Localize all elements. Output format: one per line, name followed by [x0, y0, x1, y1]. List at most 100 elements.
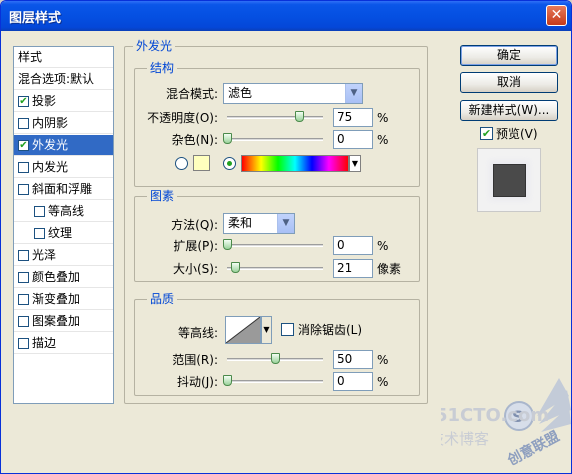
structure-title: 结构 — [147, 61, 178, 75]
style-list-label: 描边 — [32, 336, 57, 350]
title-bar[interactable]: 图层样式 ✕ — [1, 1, 571, 31]
opacity-field[interactable]: 75 — [333, 108, 373, 127]
range-label: 范围(R): — [172, 353, 218, 367]
anti-alias-label: 消除锯齿(L) — [298, 323, 363, 337]
cancel-button[interactable]: 取消 — [460, 72, 558, 93]
spread-slider-track[interactable] — [227, 244, 323, 247]
chevron-down-icon: ▼ — [277, 214, 294, 233]
watermark-logo: S 51CTO.com 技术博客 创意联盟 — [429, 376, 571, 473]
style-checkbox[interactable] — [18, 118, 29, 129]
style-list-label: 等高线 — [48, 204, 85, 218]
layer-style-dialog: 图层样式 ✕ 样式 混合选项:默认 ✔ 投影 内阴影 ✔ 外发光 内发光 斜面和浮雕 等高线 纹理光… — [0, 0, 572, 474]
chevron-down-icon[interactable]: ▼ — [349, 155, 361, 172]
size-slider-track[interactable] — [227, 267, 323, 270]
spread-field[interactable]: 0 — [333, 236, 373, 255]
watermark-logo-text: 创意联盟 — [504, 428, 562, 470]
style-checkbox[interactable] — [18, 272, 29, 283]
preview-checkbox[interactable]: ✔ — [480, 127, 493, 140]
style-list-label: 斜面和浮雕 — [32, 182, 93, 196]
style-checkbox[interactable] — [18, 184, 29, 195]
style-checkbox[interactable] — [18, 338, 29, 349]
gradient-radio[interactable] — [223, 157, 236, 170]
style-checkbox[interactable] — [34, 228, 45, 239]
chevron-down-icon: ▼ — [345, 84, 362, 103]
contour-curve-icon — [225, 316, 261, 344]
style-checkbox[interactable] — [18, 162, 29, 173]
style-checkbox[interactable]: ✔ — [18, 140, 29, 151]
watermark-wing-icon: S 51CTO.com 技术博客 创意联盟 — [429, 378, 571, 470]
style-list-item[interactable]: 内发光 — [14, 157, 113, 178]
style-list-label: 渐变叠加 — [32, 292, 81, 306]
style-list-item[interactable]: 光泽 — [14, 245, 113, 266]
spread-slider-thumb[interactable] — [223, 239, 232, 250]
style-list-label: 内阴影 — [32, 116, 69, 130]
technique-label: 方法(Q): — [171, 218, 218, 232]
style-checkbox[interactable] — [18, 316, 29, 327]
style-list-item[interactable]: 颜色叠加 — [14, 267, 113, 288]
new-style-button[interactable]: 新建样式(W)... — [460, 100, 558, 121]
watermark-sub: 技术博客 — [441, 430, 489, 448]
close-icon: ✕ — [550, 7, 563, 23]
style-list-item: 样式 — [14, 47, 113, 68]
spread-label: 扩展(P): — [173, 239, 218, 253]
style-list-item[interactable]: ✔ 外发光 — [14, 135, 113, 156]
style-list-label: 内发光 — [32, 160, 69, 174]
quality-group: 品质 等高线: ▼ 消除锯齿(L) 范围(R): 50 % 抖动(J): 0 % — [134, 292, 420, 396]
style-list-item[interactable]: 描边 — [14, 333, 113, 354]
jitter-label: 抖动(J): — [177, 375, 218, 389]
preview-square — [493, 164, 526, 197]
style-checkbox[interactable] — [34, 206, 45, 217]
opacity-slider-thumb[interactable] — [295, 111, 304, 122]
chevron-down-icon[interactable]: ▼ — [261, 316, 272, 344]
blend-mode-select[interactable]: 滤色 ▼ — [223, 83, 363, 104]
noise-slider-track[interactable] — [227, 138, 323, 141]
noise-field[interactable]: 0 — [333, 130, 373, 149]
close-button[interactable]: ✕ — [546, 5, 567, 26]
glow-gradient-picker[interactable] — [241, 155, 349, 172]
glow-color-swatch[interactable] — [193, 155, 210, 171]
check-icon: ✔ — [481, 127, 492, 140]
range-field[interactable]: 50 — [333, 350, 373, 369]
technique-select[interactable]: 柔和 ▼ — [223, 213, 295, 234]
elements-title: 图素 — [147, 189, 178, 203]
range-slider-thumb[interactable] — [271, 353, 280, 364]
size-field[interactable]: 21 — [333, 259, 373, 278]
style-list-label: 纹理 — [48, 226, 73, 240]
outer-glow-title: 外发光 — [133, 39, 176, 53]
watermark-brand: 51CTO.com — [441, 405, 549, 426]
blend-mode-label: 混合模式: — [165, 87, 218, 101]
noise-slider-thumb[interactable] — [223, 133, 232, 144]
jitter-field[interactable]: 0 — [333, 372, 373, 391]
solid-color-radio[interactable] — [175, 157, 188, 170]
style-list-item[interactable]: 纹理 — [14, 223, 113, 244]
elements-group: 图素 方法(Q): 柔和 ▼ 扩展(P): 0 % 大小(S): 21 像素 — [134, 189, 420, 282]
opacity-slider-track[interactable] — [227, 116, 323, 119]
style-list-item[interactable]: 斜面和浮雕 — [14, 179, 113, 200]
anti-alias-checkbox[interactable] — [281, 323, 294, 336]
style-list-label: 样式 — [18, 50, 43, 64]
style-list-label: 图案叠加 — [32, 314, 81, 328]
noise-label: 杂色(N): — [171, 133, 218, 147]
style-list-item[interactable]: 等高线 — [14, 201, 113, 222]
style-list-item[interactable]: 渐变叠加 — [14, 289, 113, 310]
size-label: 大小(S): — [172, 262, 218, 276]
style-checkbox[interactable]: ✔ — [18, 96, 29, 107]
ok-button[interactable]: 确定 — [460, 45, 558, 66]
opacity-label: 不透明度(O): — [147, 111, 218, 125]
style-checkbox[interactable] — [18, 250, 29, 261]
noise-unit: % — [377, 133, 389, 147]
style-checkbox[interactable] — [18, 294, 29, 305]
size-slider-thumb[interactable] — [231, 262, 241, 273]
contour-preview[interactable] — [225, 316, 261, 344]
style-list-item[interactable]: 混合选项:默认 — [14, 69, 113, 90]
jitter-slider-track[interactable] — [227, 380, 323, 383]
style-list-item[interactable]: 图案叠加 — [14, 311, 113, 332]
style-list-item[interactable]: 内阴影 — [14, 113, 113, 134]
window-title: 图层样式 — [9, 11, 62, 26]
range-unit: % — [377, 353, 389, 367]
jitter-slider-thumb[interactable] — [223, 375, 232, 386]
size-unit: 像素 — [377, 262, 402, 276]
style-list-label: 光泽 — [32, 248, 57, 262]
style-list-item[interactable]: ✔ 投影 — [14, 91, 113, 112]
style-list-label: 投影 — [32, 94, 57, 108]
